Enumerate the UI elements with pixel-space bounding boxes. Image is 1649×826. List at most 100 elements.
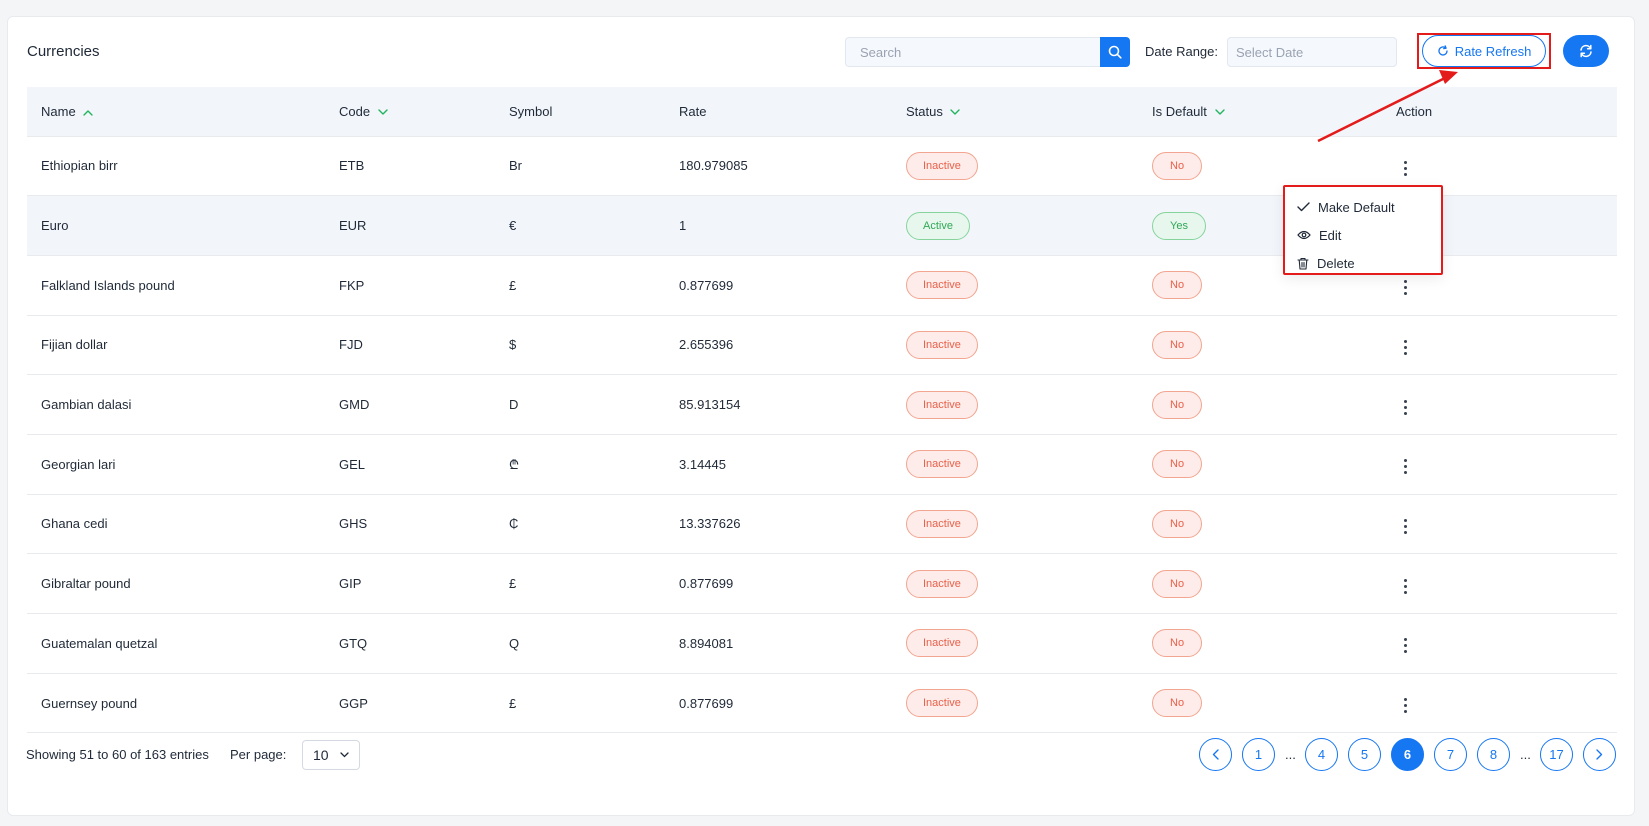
pagination-page-button[interactable]: 7 (1434, 738, 1467, 771)
rate-refresh-button[interactable]: Rate Refresh (1422, 35, 1546, 67)
cell-symbol: $ (509, 337, 517, 353)
cell-status: Inactive (892, 554, 1138, 614)
header-bar: Currencies Date Range: Rate Refresh (8, 17, 1634, 87)
cell-symbol: ₾ (509, 457, 520, 473)
cell-rate: 180.979085 (679, 158, 748, 174)
kebab-menu-icon[interactable] (1396, 455, 1415, 478)
pagination: 1... 4 5 6 7 8... 17 (1199, 738, 1616, 771)
cell-name: Gibraltar pound (41, 576, 131, 592)
search-icon (1108, 45, 1122, 59)
status-badge: Inactive (906, 271, 978, 300)
cell-action (1382, 494, 1617, 554)
cell-name: Georgian lari (41, 456, 116, 472)
eye-icon (1297, 230, 1311, 240)
status-badge: Inactive (906, 569, 978, 598)
status-badge: Inactive (906, 151, 978, 180)
cell-rate: 13.337626 (679, 516, 741, 532)
date-range-input[interactable] (1227, 37, 1397, 67)
sync-button[interactable] (1563, 35, 1609, 67)
row-action-menu: Make Default Edit Delete (1283, 185, 1443, 275)
date-range-label: Date Range: (1145, 44, 1218, 59)
pagination-page-button[interactable]: 17 (1540, 738, 1573, 771)
column-header-name[interactable]: Name (27, 87, 325, 137)
cell-status: Inactive (892, 136, 1138, 196)
cell-status: Inactive (892, 434, 1138, 494)
cell-code: ETB (339, 158, 365, 174)
cell-rate: 0.877699 (679, 576, 734, 592)
trash-icon (1297, 257, 1309, 270)
pagination-page-button[interactable]: 5 (1348, 738, 1381, 771)
status-badge: Inactive (906, 390, 978, 419)
pagination-page-button[interactable]: 8 (1477, 738, 1510, 771)
default-badge: No (1152, 271, 1203, 300)
default-badge: No (1152, 390, 1203, 419)
pagination-next-button[interactable] (1583, 738, 1616, 771)
table-row: Gambian dalasi GMD D 85.913154 Inactive No (27, 375, 1617, 435)
cell-status: Inactive (892, 315, 1138, 375)
sort-asc-icon (83, 110, 94, 116)
default-badge: No (1152, 509, 1203, 538)
default-badge: No (1152, 151, 1203, 180)
cell-is-default: No (1138, 315, 1382, 375)
pagination-ellipsis: ... (1520, 747, 1531, 762)
default-badge: No (1152, 689, 1203, 718)
cell-symbol: Q (509, 635, 520, 651)
search-input[interactable] (845, 37, 1100, 67)
cell-symbol: ₵ (509, 516, 519, 532)
default-badge: No (1152, 629, 1203, 658)
default-badge: No (1152, 330, 1203, 359)
cell-status: Inactive (892, 614, 1138, 674)
per-page-select[interactable]: 10 (302, 740, 360, 770)
pagination-page-button[interactable]: 1 (1242, 738, 1275, 771)
column-header-is-default[interactable]: Is Default (1138, 87, 1382, 137)
kebab-menu-icon[interactable] (1396, 575, 1415, 598)
column-header-code[interactable]: Code (325, 87, 495, 137)
menu-item-edit[interactable]: Edit (1285, 221, 1441, 249)
cell-code: GEL (339, 456, 366, 472)
kebab-menu-icon[interactable] (1396, 515, 1415, 538)
column-header-symbol: Symbol (495, 87, 665, 137)
table-header-row: Name Code Symbol Rate Status Is Default (27, 87, 1617, 137)
kebab-menu-icon[interactable] (1396, 276, 1415, 299)
cell-is-default: No (1138, 614, 1382, 674)
default-badge: No (1152, 569, 1203, 598)
table-row: Ghana cedi GHS ₵ 13.337626 Inactive No (27, 494, 1617, 554)
kebab-menu-icon[interactable] (1396, 396, 1415, 419)
cell-symbol: £ (509, 576, 517, 592)
kebab-menu-icon[interactable] (1396, 694, 1415, 717)
menu-item-make-default[interactable]: Make Default (1285, 193, 1441, 221)
table-row: Gibraltar pound GIP £0.877699 Inactive No (27, 554, 1617, 614)
cell-symbol: D (509, 397, 519, 413)
pagination-page-button[interactable]: 4 (1305, 738, 1338, 771)
cell-name: Euro (41, 218, 69, 234)
default-badge: Yes (1152, 211, 1206, 240)
cell-name: Guatemalan quetzal (41, 635, 158, 651)
pagination-page-button[interactable]: 6 (1391, 738, 1424, 771)
cell-action (1382, 614, 1617, 674)
cell-code: GIP (339, 576, 362, 592)
table-footer: Showing 51 to 60 of 163 entries Per page… (26, 738, 1616, 772)
cell-rate: 0.877699 (679, 277, 734, 293)
pagination-prev-button[interactable] (1199, 738, 1232, 771)
column-header-action: Action (1382, 87, 1617, 137)
chevron-right-icon (1596, 749, 1603, 760)
search-button[interactable] (1100, 37, 1130, 67)
cell-status: Inactive (892, 375, 1138, 435)
kebab-menu-icon[interactable] (1396, 634, 1415, 657)
status-badge: Inactive (906, 330, 978, 359)
cell-rate: 0.877699 (679, 695, 734, 711)
kebab-menu-icon[interactable] (1396, 336, 1415, 359)
cell-code: FJD (339, 337, 363, 353)
status-badge: Inactive (906, 509, 978, 538)
menu-item-delete[interactable]: Delete (1285, 249, 1441, 277)
column-header-status[interactable]: Status (892, 87, 1138, 137)
cell-code: EUR (339, 218, 367, 234)
cell-is-default: No (1138, 673, 1382, 733)
cell-name: Falkland Islands pound (41, 277, 175, 293)
sync-icon (1580, 44, 1592, 58)
kebab-menu-icon[interactable] (1396, 157, 1415, 180)
per-page-label: Per page: (230, 747, 287, 762)
pagination-ellipsis: ... (1285, 747, 1296, 762)
check-icon (1297, 202, 1310, 212)
cell-status: Active (892, 196, 1138, 256)
